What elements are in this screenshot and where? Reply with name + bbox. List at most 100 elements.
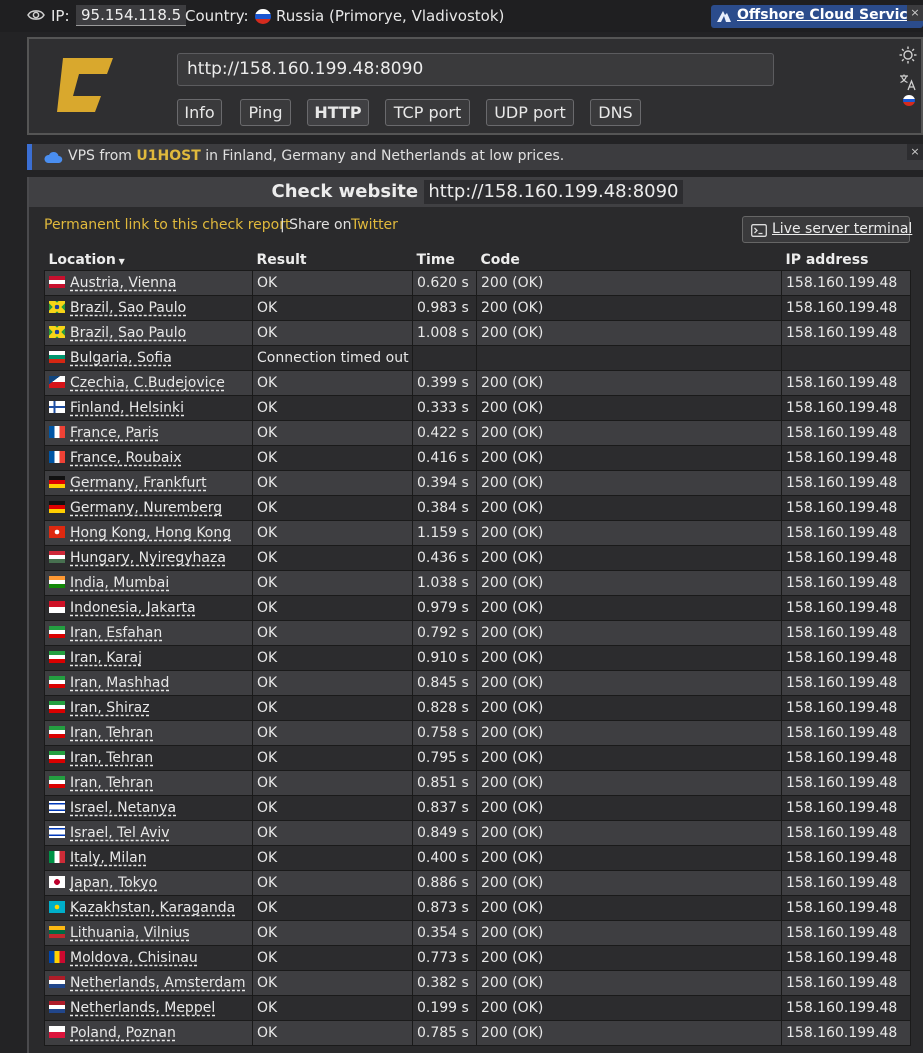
location-link[interactable]: Israel, Tel Aviv xyxy=(70,825,170,841)
location-link[interactable]: Czechia, C.Budejovice xyxy=(70,375,225,391)
location-link[interactable]: Brazil, Sao Paulo xyxy=(70,325,186,341)
location-link[interactable]: Bulgaria, Sofia xyxy=(70,350,172,366)
close-icon[interactable]: × xyxy=(907,5,923,21)
result-cell: OK xyxy=(252,994,413,1021)
location-link[interactable]: Iran, Karaj xyxy=(70,650,142,666)
u1host-brand[interactable]: U1HOST xyxy=(136,148,200,164)
location-cell: Austria, Vienna xyxy=(44,269,253,296)
location-link[interactable]: Hungary, Nyiregyhaza xyxy=(70,550,226,566)
location-link[interactable]: France, Roubaix xyxy=(70,450,182,466)
location-link[interactable]: Indonesia, Jakarta xyxy=(70,600,196,616)
location-link[interactable]: Iran, Tehran xyxy=(70,775,153,791)
tab-tcp-port[interactable]: TCP port xyxy=(385,99,470,126)
location-cell: Lithuania, Vilnius xyxy=(44,919,253,946)
location-link[interactable]: France, Paris xyxy=(70,425,159,441)
location-link[interactable]: Iran, Esfahan xyxy=(70,625,162,641)
country-flag-icon xyxy=(49,450,65,463)
code-cell: 200 (OK) xyxy=(476,569,782,596)
location-cell: Iran, Shiraz xyxy=(44,694,253,721)
location-link[interactable]: Finland, Helsinki xyxy=(70,400,184,416)
code-cell: 200 (OK) xyxy=(476,969,782,996)
location-link[interactable]: Iran, Mashhad xyxy=(70,675,169,691)
result-cell: OK xyxy=(252,819,413,846)
location-cell: Germany, Nuremberg xyxy=(44,494,253,521)
sun-icon[interactable] xyxy=(899,46,917,64)
code-cell: 200 (OK) xyxy=(476,294,782,321)
ip-value[interactable]: 95.154.118.5 xyxy=(76,5,187,26)
close-icon[interactable]: × xyxy=(907,144,923,160)
location-link[interactable]: Brazil, Sao Paulo xyxy=(70,300,186,316)
offshore-ad-banner[interactable]: Offshore Cloud Services × xyxy=(711,5,923,28)
ip-cell: 158.160.199.48 xyxy=(781,619,911,646)
time-cell: 0.758 s xyxy=(412,719,477,746)
tab-ping[interactable]: Ping xyxy=(240,99,291,126)
code-cell: 200 (OK) xyxy=(476,269,782,296)
location-cell: Israel, Netanya xyxy=(44,794,253,821)
result-cell: OK xyxy=(252,694,413,721)
location-cell: Iran, Esfahan xyxy=(44,619,253,646)
table-row: Iran, Tehran OK 0.758 s 200 (OK) 158.160.199… xyxy=(44,719,911,746)
time-cell: 0.837 s xyxy=(412,794,477,821)
terminal-icon xyxy=(751,224,767,237)
offshore-ad-link[interactable]: Offshore Cloud Services xyxy=(737,7,923,23)
location-cell: Iran, Karaj xyxy=(44,644,253,671)
live-terminal-button[interactable]: Live server terminal xyxy=(742,216,912,243)
location-link[interactable]: Israel, Netanya xyxy=(70,800,176,816)
code-cell: 200 (OK) xyxy=(476,819,782,846)
location-cell: France, Paris xyxy=(44,419,253,446)
result-cell: Connection timed out xyxy=(252,344,413,371)
tab-info[interactable]: Info xyxy=(177,99,222,126)
location-link[interactable]: Italy, Milan xyxy=(70,850,147,866)
ip-cell: 158.160.199.48 xyxy=(781,994,911,1021)
ip-cell: 158.160.199.48 xyxy=(781,519,911,546)
location-link[interactable]: Germany, Frankfurt xyxy=(70,475,207,491)
translate-icon[interactable] xyxy=(899,73,917,91)
twitter-link[interactable]: Twitter xyxy=(351,217,398,233)
country-flag-icon xyxy=(49,350,65,363)
country-flag-icon xyxy=(49,900,65,913)
location-link[interactable]: India, Mumbai xyxy=(70,575,169,591)
vps-ad-banner[interactable]: VPS from U1HOST in Finland, Germany and … xyxy=(27,144,923,170)
result-cell: OK xyxy=(252,744,413,771)
location-link[interactable]: Hong Kong, Hong Kong xyxy=(70,525,231,541)
country-flag-icon xyxy=(49,400,65,413)
table-row: Kazakhstan, Karaganda OK 0.873 s 200 (OK) 15… xyxy=(44,894,911,921)
location-link[interactable]: Germany, Nuremberg xyxy=(70,500,222,516)
location-link[interactable]: Moldova, Chisinau xyxy=(70,950,198,966)
country-flag-icon xyxy=(49,1025,65,1038)
location-cell: Iran, Tehran xyxy=(44,719,253,746)
country-flag-icon xyxy=(49,775,65,788)
sort-down-icon: ▼ xyxy=(115,256,125,266)
ip-cell: 158.160.199.48 xyxy=(781,569,911,596)
location-link[interactable]: Poland, Poznan xyxy=(70,1025,176,1041)
time-cell: 0.785 s xyxy=(412,1019,477,1046)
tab-udp-port[interactable]: UDP port xyxy=(486,99,574,126)
location-link[interactable]: Iran, Shiraz xyxy=(70,700,150,716)
country-flag-icon xyxy=(49,425,65,438)
location-link[interactable]: Lithuania, Vilnius xyxy=(70,925,190,941)
ip-cell: 158.160.199.48 xyxy=(781,419,911,446)
code-cell: 200 (OK) xyxy=(476,944,782,971)
time-cell: 0.384 s xyxy=(412,494,477,521)
location-link[interactable]: Austria, Vienna xyxy=(70,275,176,291)
location-link[interactable]: Netherlands, Meppel xyxy=(70,1000,215,1016)
russia-flag-icon[interactable] xyxy=(903,95,915,106)
code-cell: 200 (OK) xyxy=(476,844,782,871)
location-cell: Indonesia, Jakarta xyxy=(44,594,253,621)
tab-http[interactable]: HTTP xyxy=(307,99,369,126)
column-header-location[interactable]: Location ▼ xyxy=(45,246,253,270)
country-flag-icon xyxy=(49,850,65,863)
location-link[interactable]: Japan, Tokyo xyxy=(70,875,157,891)
location-link[interactable]: Kazakhstan, Karaganda xyxy=(70,900,235,916)
ip-cell: 158.160.199.48 xyxy=(781,669,911,696)
tab-dns[interactable]: DNS xyxy=(590,99,641,126)
table-row: Netherlands, Meppel OK 0.199 s 200 (OK) 158.… xyxy=(44,994,911,1021)
permanent-link[interactable]: Permanent link to this check report xyxy=(44,217,291,233)
url-input[interactable]: http://158.160.199.48:8090 xyxy=(177,53,774,86)
location-link[interactable]: Netherlands, Amsterdam xyxy=(70,975,245,991)
code-cell: 200 (OK) xyxy=(476,469,782,496)
location-link[interactable]: Iran, Tehran xyxy=(70,725,153,741)
check-host-logo[interactable] xyxy=(55,56,115,114)
location-cell: Iran, Tehran xyxy=(44,744,253,771)
location-link[interactable]: Iran, Tehran xyxy=(70,750,153,766)
